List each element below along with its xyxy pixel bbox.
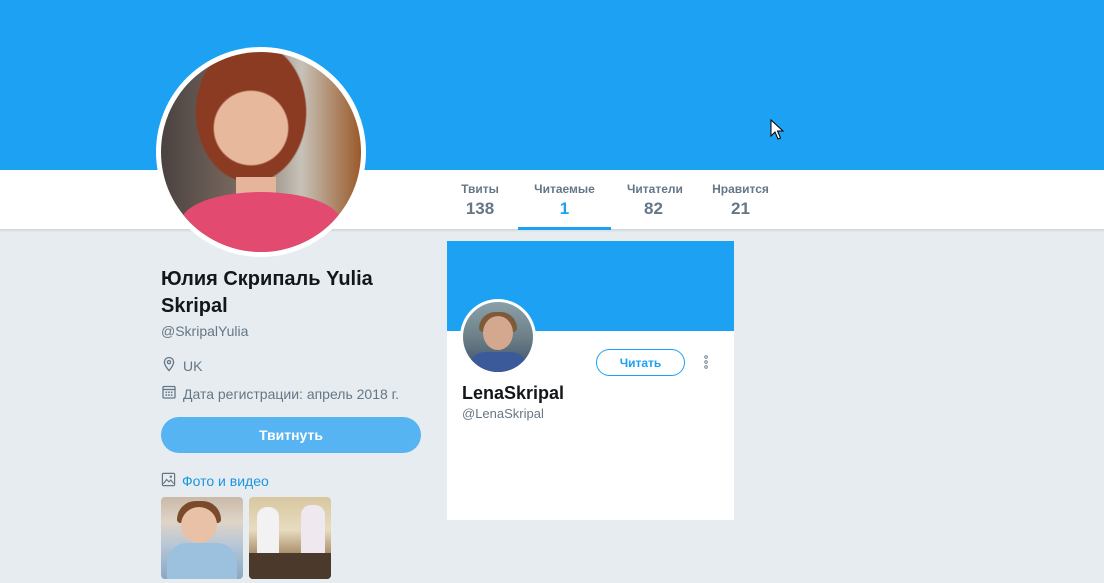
location-pin-icon xyxy=(161,356,183,375)
stat-followers-label: Читатели xyxy=(627,182,683,196)
stat-followers[interactable]: Читатели 82 xyxy=(611,170,696,230)
stat-following-label: Читаемые xyxy=(534,182,595,196)
tweet-button[interactable]: Твитнуть xyxy=(161,417,421,453)
stat-following-value: 1 xyxy=(559,199,570,218)
photos-videos-label: Фото и видео xyxy=(182,473,269,489)
calendar-icon xyxy=(161,384,183,403)
following-card-handle: @LenaSkripal xyxy=(462,406,544,421)
photos-videos-link[interactable]: Фото и видео xyxy=(161,472,269,490)
stat-following[interactable]: Читаемые 1 xyxy=(518,170,611,230)
stat-tweets-value: 138 xyxy=(465,199,495,218)
media-thumbnail[interactable] xyxy=(161,497,243,579)
stat-followers-value: 82 xyxy=(644,199,663,218)
more-vertical-icon[interactable] xyxy=(699,352,713,372)
image-icon xyxy=(161,472,182,490)
profile-join-date-text: Дата регистрации: апрель 2018 г. xyxy=(183,385,399,402)
profile-location-text: UK xyxy=(183,357,203,374)
stat-likes-value: 21 xyxy=(731,199,750,218)
following-user-card[interactable]: Читать LenaSkripal @LenaSkripal xyxy=(447,241,734,520)
profile-handle[interactable]: @SkripalYulia xyxy=(161,323,248,339)
stat-likes[interactable]: Нравится 21 xyxy=(696,170,785,230)
profile-name: Юлия Скрипаль Yulia Skripal xyxy=(161,268,373,317)
stat-likes-label: Нравится xyxy=(712,182,769,196)
following-card-avatar[interactable] xyxy=(460,299,536,375)
stat-tweets[interactable]: Твиты 138 xyxy=(442,170,518,230)
profile-location: UK xyxy=(161,356,202,375)
profile-stats: Твиты 138 Читаемые 1 Читатели 82 Нравитс… xyxy=(442,170,785,230)
follow-button[interactable]: Читать xyxy=(596,349,685,376)
profile-avatar[interactable] xyxy=(156,47,366,257)
profile-join-date: Дата регистрации: апрель 2018 г. xyxy=(161,384,399,403)
mouse-cursor-icon xyxy=(770,118,785,141)
media-thumbnail[interactable] xyxy=(249,497,331,579)
following-card-name[interactable]: LenaSkripal xyxy=(462,383,564,404)
stat-tweets-label: Твиты xyxy=(461,182,499,196)
profile-avatar-photo xyxy=(161,52,361,252)
